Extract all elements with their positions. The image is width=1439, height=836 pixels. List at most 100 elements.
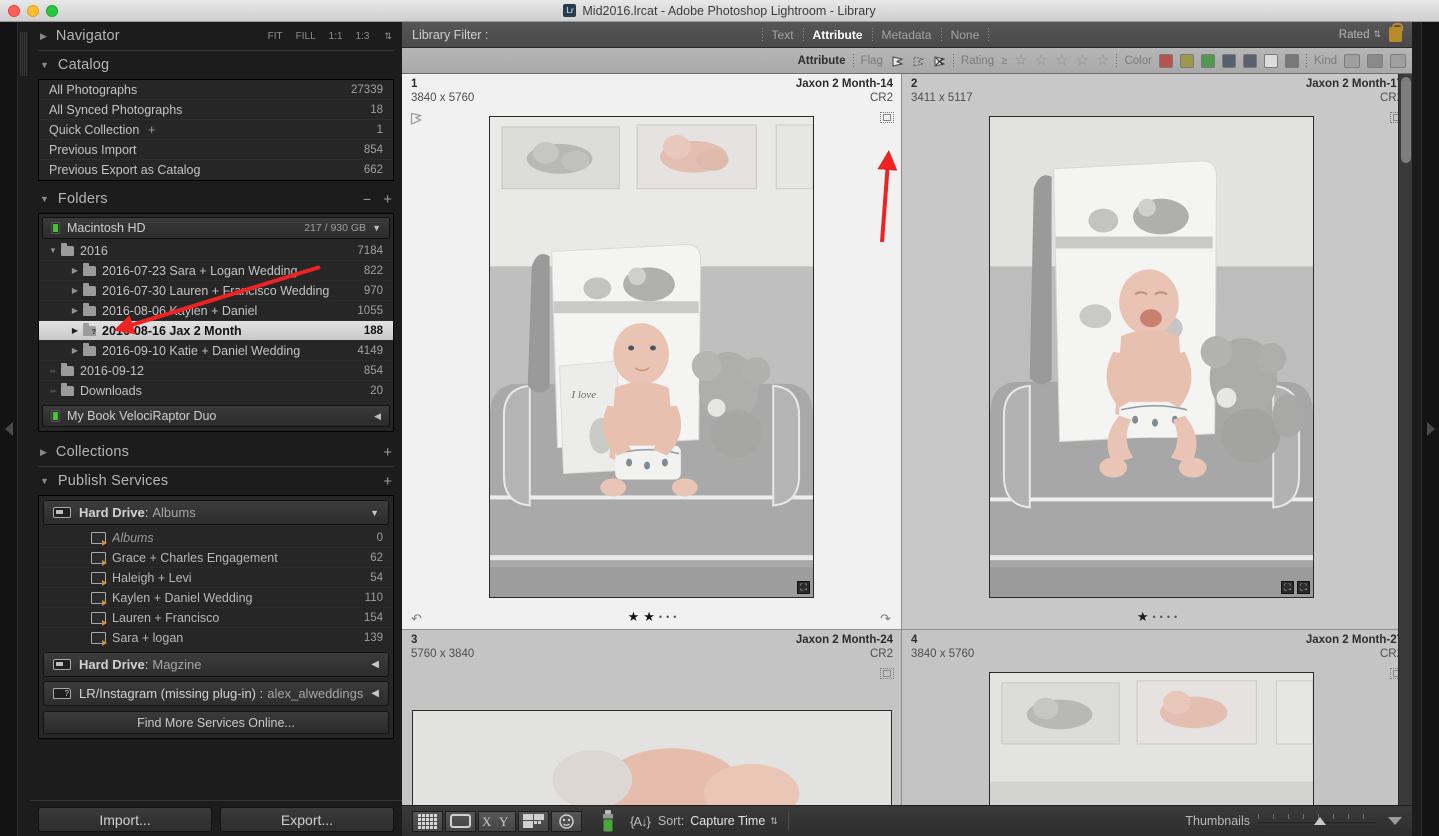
twisty-right-icon[interactable]: ▶ bbox=[67, 306, 83, 315]
kind-video-icon[interactable] bbox=[1390, 53, 1406, 68]
export-button[interactable]: Export... bbox=[220, 807, 394, 832]
grid-cell-2[interactable]: 2 3411 x 5117 Jaxon 2 Month-17 CR2 ⛶ ⛶ ★… bbox=[902, 74, 1412, 630]
color-swatch-yellow[interactable] bbox=[1179, 53, 1194, 68]
chevron-left-icon[interactable]: ◀ bbox=[374, 411, 381, 422]
rating-star-4[interactable]: ☆ bbox=[1076, 53, 1089, 68]
slider-knob[interactable] bbox=[1314, 817, 1326, 825]
rotate-right-icon[interactable]: ↷ bbox=[880, 611, 893, 626]
zoom-mode-1-3[interactable]: 1:3 bbox=[356, 31, 370, 42]
rotate-left-icon[interactable]: ↶ bbox=[411, 611, 424, 626]
color-swatch-custom[interactable] bbox=[1284, 53, 1299, 68]
grid-cell-3[interactable]: 3 5760 x 3840 Jaxon 2 Month-24 CR2 bbox=[402, 630, 902, 813]
sort-stepper-icon[interactable]: ⇅ bbox=[770, 816, 778, 827]
filter-tab-metadata[interactable]: Metadata bbox=[873, 28, 941, 42]
kind-virtual-copy-icon[interactable] bbox=[1367, 53, 1383, 68]
thumbnail-size-slider[interactable] bbox=[1258, 814, 1376, 828]
flag-rejected-icon[interactable] bbox=[932, 54, 946, 68]
publish-service-hard-drive-magzine[interactable]: Hard Drive : Magzine ◀ bbox=[43, 652, 389, 677]
filter-tab-text[interactable]: Text bbox=[763, 28, 803, 42]
color-swatch-blue[interactable] bbox=[1221, 53, 1236, 68]
close-button[interactable] bbox=[8, 5, 20, 17]
chevron-left-icon[interactable]: ◀ bbox=[371, 659, 379, 670]
sort-direction-icon[interactable]: {A↓} bbox=[630, 814, 651, 829]
collections-header[interactable]: ▶ Collections + bbox=[30, 438, 402, 466]
zoom-mode-1-1[interactable]: 1:1 bbox=[329, 31, 343, 42]
twisty-down-icon[interactable]: ▼ bbox=[45, 246, 61, 255]
rating-star-3[interactable]: ☆ bbox=[1055, 53, 1068, 68]
toolbar-collapse-icon[interactable] bbox=[1388, 817, 1402, 825]
people-view-button[interactable] bbox=[551, 810, 582, 832]
painter-tool-icon[interactable] bbox=[600, 810, 616, 833]
catalog-item-all-synced-photographs[interactable]: All Synced Photographs 18 bbox=[39, 100, 393, 120]
grid-scrollbar[interactable] bbox=[1398, 74, 1412, 813]
volume-macintosh-hd[interactable]: Macintosh HD 217 / 930 GB ▼ bbox=[42, 217, 390, 239]
chevron-down-icon[interactable]: ▼ bbox=[370, 508, 379, 518]
add-publish-service-button[interactable]: + bbox=[383, 473, 392, 490]
publish-collection-albums[interactable]: Albums 0 bbox=[39, 528, 393, 548]
color-swatch-red[interactable] bbox=[1158, 53, 1173, 68]
folder-row-jax-2-month[interactable]: ▶ 2016-08-16 Jax 2 Month 188 bbox=[39, 321, 393, 341]
publish-service-lr-instagram[interactable]: LR/Instagram (missing plug-in) : alex_al… bbox=[43, 681, 389, 706]
cell-thumbnail-badge[interactable] bbox=[880, 112, 894, 123]
remove-folder-button[interactable]: − bbox=[363, 191, 371, 207]
compare-view-button[interactable]: XY bbox=[478, 810, 516, 832]
chevron-down-icon[interactable]: ▼ bbox=[372, 223, 381, 233]
publish-collection-lauren-francisco[interactable]: Lauren + Francisco 154 bbox=[39, 608, 393, 628]
develop-badge-icon[interactable]: ⛶ bbox=[1297, 581, 1310, 594]
catalog-item-quick-collection[interactable]: Quick Collection + 1 bbox=[39, 120, 393, 140]
navigator-zoom-modes[interactable]: FIT FILL 1:1 1:3 ⇅ bbox=[268, 31, 392, 42]
rating-star-5[interactable]: ☆ bbox=[1096, 53, 1109, 68]
left-panel-collapse-strip[interactable] bbox=[0, 22, 18, 836]
zoom-stepper-icon[interactable]: ⇅ bbox=[384, 31, 392, 42]
catalog-item-previous-import[interactable]: Previous Import 854 bbox=[39, 140, 393, 160]
grid-scrollbar-thumb[interactable] bbox=[1401, 77, 1411, 163]
volume-my-book-velociraptor-duo[interactable]: My Book VelociRaptor Duo ◀ bbox=[42, 405, 390, 427]
flag-unflagged-icon[interactable] bbox=[911, 54, 925, 68]
color-swatch-none[interactable] bbox=[1263, 53, 1278, 68]
cell-thumbnail-badge[interactable] bbox=[880, 668, 894, 679]
filter-preset-value[interactable]: Rated bbox=[1339, 29, 1370, 41]
crop-badge-icon[interactable]: ⛶ bbox=[1281, 581, 1294, 594]
publish-collection-grace-charles-engagement[interactable]: Grace + Charles Engagement 62 bbox=[39, 548, 393, 568]
rating-star-2[interactable]: ☆ bbox=[1035, 53, 1048, 68]
filter-tab-none[interactable]: None bbox=[942, 28, 989, 42]
folder-row-2016[interactable]: ▼ 2016 7184 bbox=[39, 241, 393, 261]
folder-row-kaylen-daniel[interactable]: ▶ 2016-08-06 Kaylen + Daniel 1055 bbox=[39, 301, 393, 321]
color-swatch-purple[interactable] bbox=[1242, 53, 1257, 68]
loupe-view-button[interactable] bbox=[445, 810, 476, 832]
add-collection-button[interactable]: + bbox=[383, 444, 392, 461]
lock-icon[interactable] bbox=[1389, 23, 1404, 42]
folder-row-sara-logan-wedding[interactable]: ▶ 2016-07-23 Sara + Logan Wedding 822 bbox=[39, 261, 393, 281]
photo-thumbnail-3[interactable] bbox=[412, 710, 892, 813]
navigator-header[interactable]: ▶ Navigator FIT FILL 1:1 1:3 ⇅ bbox=[30, 22, 402, 50]
photo-thumbnail-4[interactable] bbox=[989, 672, 1314, 813]
minimize-button[interactable] bbox=[27, 5, 39, 17]
cell-rating-stars[interactable]: ★ • • • • bbox=[1137, 609, 1177, 625]
color-swatch-green[interactable] bbox=[1200, 53, 1215, 68]
twisty-right-icon[interactable]: ▶ bbox=[67, 346, 83, 355]
flag-picked-icon[interactable] bbox=[890, 54, 904, 68]
import-button[interactable]: Import... bbox=[38, 807, 212, 832]
window-controls[interactable] bbox=[8, 5, 58, 17]
publish-collection-haleigh-levi[interactable]: Haleigh + Levi 54 bbox=[39, 568, 393, 588]
find-more-services-button[interactable]: Find More Services Online... bbox=[43, 711, 389, 734]
add-folder-button[interactable]: + bbox=[383, 191, 392, 208]
zoom-mode-fit[interactable]: FIT bbox=[268, 31, 283, 42]
catalog-item-all-photographs[interactable]: All Photographs 27339 bbox=[39, 80, 393, 100]
filter-tab-attribute[interactable]: Attribute bbox=[804, 28, 872, 42]
twisty-right-icon[interactable]: ▶ bbox=[67, 286, 83, 295]
sort-value[interactable]: Capture Time bbox=[690, 814, 765, 828]
grid-view-button[interactable] bbox=[412, 810, 443, 832]
grid-cell-1[interactable]: 1 3840 x 5760 Jaxon 2 Month-14 CR2 I lov… bbox=[402, 74, 902, 630]
cell-flag-icon[interactable] bbox=[410, 112, 423, 125]
folder-row-2016-09-12[interactable]: ▸▸ 2016-09-12 854 bbox=[39, 361, 393, 381]
catalog-header[interactable]: ▼ Catalog bbox=[30, 51, 402, 79]
chevron-left-icon[interactable]: ◀ bbox=[371, 688, 379, 699]
publish-collection-kaylen-daniel-wedding[interactable]: Kaylen + Daniel Wedding 110 bbox=[39, 588, 393, 608]
twisty-right-icon[interactable]: ▶ bbox=[67, 326, 83, 335]
kind-master-photo-icon[interactable] bbox=[1344, 53, 1360, 68]
publish-services-header[interactable]: ▼ Publish Services + bbox=[30, 467, 402, 495]
folder-row-lauren-francisco-wedding[interactable]: ▶ 2016-07-30 Lauren + Francisco Wedding … bbox=[39, 281, 393, 301]
twisty-right-icon[interactable]: ▶ bbox=[67, 266, 83, 275]
cell-rating-stars[interactable]: ★ ★ • • • bbox=[628, 609, 677, 625]
